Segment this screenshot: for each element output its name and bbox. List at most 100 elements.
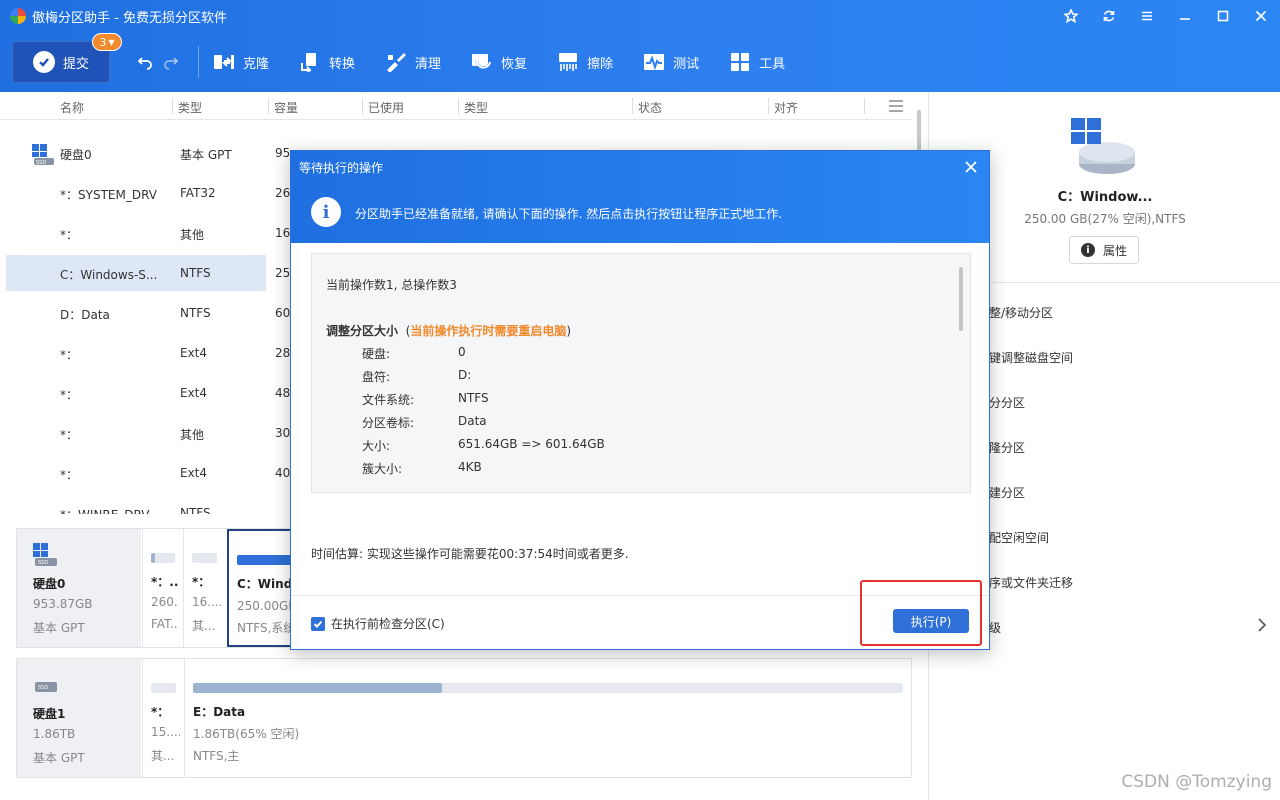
col-header-align[interactable]: 对齐 (774, 99, 798, 116)
chevron-right-icon[interactable] (1258, 618, 1266, 632)
undo-icon[interactable] (132, 49, 158, 75)
disk-info[interactable]: SSD 硬盘0 953.87GB 基本 GPT (17, 529, 141, 647)
table-header: 名称 类型 容量 已使用 类型 状态 对齐 (0, 92, 912, 120)
redo-icon[interactable] (158, 49, 184, 75)
partition-block[interactable]: *： 16.... 其... (183, 529, 225, 647)
test-icon (643, 51, 665, 73)
col-header-name[interactable]: 名称 (60, 99, 84, 116)
row-type: 其他 (180, 428, 205, 442)
maximize-icon[interactable] (1204, 0, 1242, 32)
clone-button[interactable]: 克隆 (213, 51, 269, 73)
action-resize-move[interactable]: 整/移动分区 (989, 304, 1053, 321)
checkbox-label: 在执行前检查分区(C) (331, 617, 445, 631)
submit-label: 提交 (62, 56, 89, 72)
column-settings-icon[interactable] (888, 99, 904, 113)
row-name: *： (60, 468, 79, 482)
convert-button[interactable]: 转换 (299, 51, 355, 73)
action-advanced[interactable]: 级 (989, 619, 1001, 636)
close-icon[interactable] (1242, 0, 1280, 32)
action-split-partition[interactable]: 分分区 (989, 394, 1025, 411)
test-button[interactable]: 测试 (643, 51, 699, 73)
action-clone-partition[interactable]: 隆分区 (989, 439, 1025, 456)
dialog-close-icon[interactable] (961, 157, 981, 177)
col-header-fstype[interactable]: 类型 (464, 99, 488, 116)
row-name: *：SYSTEM_DRV (60, 188, 157, 202)
wipe-icon (557, 51, 579, 73)
detail-key: 盘符: (362, 370, 391, 384)
row-capacity: 95 (275, 146, 291, 160)
pending-count-badge[interactable]: 3 ▼ (92, 33, 122, 51)
row-type: Ext4 (180, 386, 208, 400)
tools-icon (729, 51, 751, 73)
col-divider[interactable] (632, 98, 633, 114)
clone-icon (213, 51, 235, 73)
app-logo-icon (10, 8, 26, 24)
top-bar: 傲梅分区助手 - 免费无损分区软件 提交 3 ▼ 克隆 转换 清理 恢复 擦除 … (0, 0, 1280, 92)
info-icon: i (311, 197, 341, 227)
col-header-used[interactable]: 已使用 (368, 99, 404, 116)
col-header-type[interactable]: 类型 (178, 99, 202, 116)
detail-value: NTFS (458, 391, 489, 405)
action-app-migrate[interactable]: 序或文件夹迁移 (989, 574, 1073, 591)
dialog-title: 等待执行的操作 (299, 161, 384, 175)
highlight-annotation (860, 580, 982, 646)
clean-icon (385, 51, 407, 73)
col-divider[interactable] (768, 98, 769, 114)
detail-value: Data (458, 414, 487, 428)
disk-info[interactable]: SSD 硬盘1 1.86TB 基本 GPT (17, 659, 141, 777)
col-header-status[interactable]: 状态 (638, 99, 662, 116)
disk-name: 硬盘0 (33, 577, 66, 591)
detail-key: 文件系统: (362, 393, 415, 407)
operation-heading: 调整分区大小 (当前操作执行时需要重启电脑) (326, 324, 572, 338)
check-icon (32, 51, 55, 73)
watermark: CSDN @Tomzying (1121, 772, 1272, 792)
col-divider[interactable] (864, 98, 865, 114)
disk-block-1[interactable]: SSD 硬盘1 1.86TB 基本 GPT *： 15.... 其... E：D… (16, 658, 912, 778)
checkbox-checked[interactable] (311, 616, 325, 631)
detail-key: 簇大小: (362, 462, 403, 476)
svg-text:SSD: SSD (38, 685, 48, 691)
star-icon[interactable] (1052, 0, 1090, 32)
disk-type: 基本 GPT (33, 751, 85, 765)
row-capacity: 26 (275, 186, 291, 200)
submit-button[interactable]: 提交 3 ▼ (12, 33, 122, 83)
col-header-capacity[interactable]: 容量 (274, 99, 298, 116)
dialog-header: 等待执行的操作 i 分区助手已经准备就绪, 请确认下面的操作. 然后点击执行按钮… (291, 151, 989, 243)
partition-block[interactable]: E：Data 1.86TB(65% 空闲) NTFS,主 (184, 659, 911, 777)
recover-button[interactable]: 恢复 (471, 51, 527, 73)
properties-button[interactable]: i 属性 (1069, 236, 1139, 264)
undo-redo (132, 49, 184, 75)
row-capacity: 48 (275, 386, 291, 400)
disk-type: 基本 GPT (33, 621, 85, 635)
row-type: 基本 GPT (180, 148, 232, 162)
menu-icon[interactable] (1128, 0, 1166, 32)
tools-button[interactable]: 工具 (729, 51, 785, 73)
wipe-button[interactable]: 擦除 (557, 51, 613, 73)
col-divider[interactable] (172, 98, 173, 114)
col-divider[interactable] (362, 98, 363, 114)
col-divider[interactable] (268, 98, 269, 114)
toolbar: 提交 3 ▼ 克隆 转换 清理 恢复 擦除 测试 工具 (12, 33, 815, 84)
info-icon: i (1080, 243, 1095, 257)
pending-operations-dialog: 等待执行的操作 i 分区助手已经准备就绪, 请确认下面的操作. 然后点击执行按钮… (290, 150, 990, 650)
action-create-partition[interactable]: 建分区 (989, 484, 1025, 501)
refresh-icon[interactable] (1090, 0, 1128, 32)
disk-name: 硬盘1 (33, 707, 66, 721)
check-before-execute[interactable]: 在执行前检查分区(C) (311, 615, 445, 632)
action-allocate-free-space[interactable]: 配空闲空间 (989, 529, 1049, 546)
svg-text:SSD: SSD (36, 160, 46, 166)
partition-block[interactable]: *： 15.... 其... (142, 659, 184, 777)
action-allocate-space[interactable]: 键调整磁盘空间 (989, 349, 1073, 366)
disk-ssd-icon: SSD (33, 543, 57, 566)
restart-warning: 当前操作执行时需要重启电脑 (410, 324, 567, 338)
operation-count: 当前操作数1, 总操作数3 (326, 278, 457, 292)
col-divider[interactable] (458, 98, 459, 114)
partition-block[interactable]: *：... 260... FAT... (142, 529, 183, 647)
row-capacity: 16 (275, 226, 291, 240)
minimize-icon[interactable] (1166, 0, 1204, 32)
usage-bar (151, 553, 175, 563)
clean-button[interactable]: 清理 (385, 51, 441, 73)
operations-scrollbar[interactable] (959, 267, 963, 331)
row-name: *： (60, 228, 79, 242)
row-name: *： (60, 348, 79, 362)
